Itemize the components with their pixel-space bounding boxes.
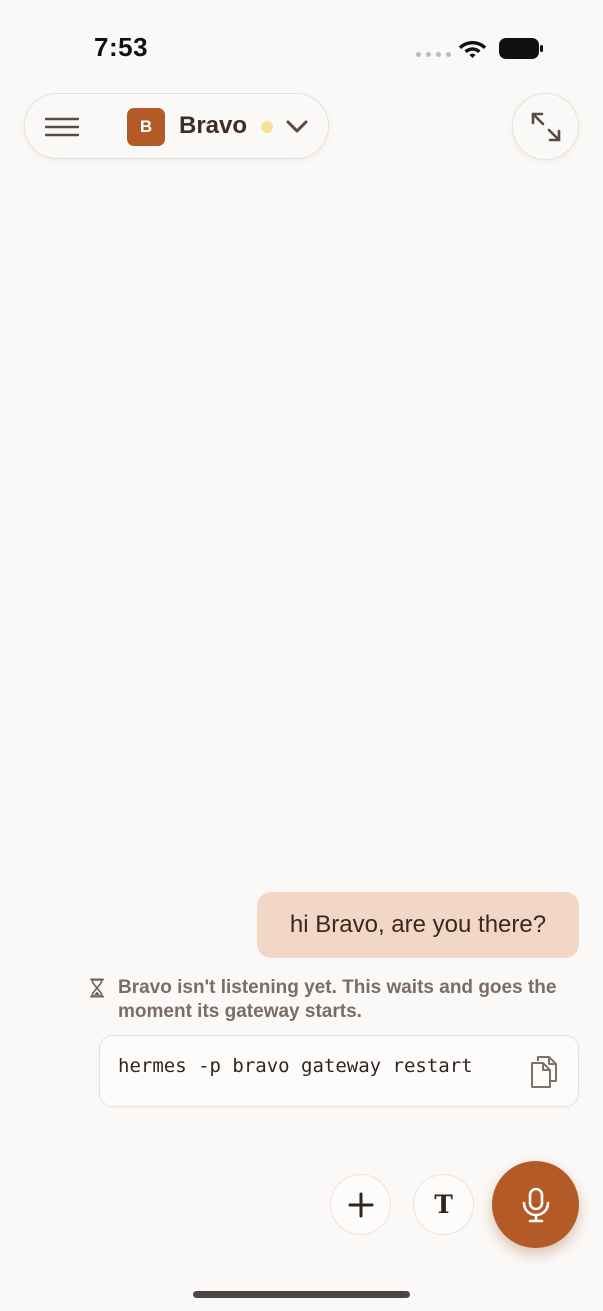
- home-indicator[interactable]: [193, 1291, 410, 1298]
- agent-switcher[interactable]: B Bravo: [24, 93, 329, 159]
- copy-icon: [531, 1056, 557, 1088]
- wifi-icon: [458, 41, 487, 58]
- command-block: hermes -p bravo gateway restart: [99, 1035, 579, 1107]
- command-text: hermes -p bravo gateway restart: [118, 1055, 473, 1077]
- chevron-down-icon[interactable]: [285, 115, 309, 139]
- plus-icon: [348, 1192, 373, 1217]
- agent-avatar: B: [127, 108, 165, 146]
- cellular-signal-icon: [416, 52, 451, 57]
- hourglass-icon: [90, 978, 104, 998]
- battery-icon: [499, 38, 543, 59]
- agent-status-dot: [261, 121, 273, 133]
- expand-arrows-icon: [531, 112, 560, 141]
- copy-button[interactable]: [526, 1053, 562, 1091]
- expand-button[interactable]: [512, 93, 579, 160]
- add-button[interactable]: [330, 1174, 391, 1235]
- text-input-button[interactable]: T: [413, 1174, 474, 1235]
- menu-button[interactable]: [37, 106, 87, 148]
- agent-name: Bravo: [179, 112, 248, 139]
- user-message-bubble: hi Bravo, are you there?: [257, 892, 579, 958]
- mic-button[interactable]: [492, 1161, 579, 1248]
- microphone-icon: [522, 1187, 549, 1222]
- status-bar: 7:53: [0, 0, 603, 90]
- status-time: 7:53: [94, 32, 149, 62]
- hamburger-icon: [45, 117, 79, 137]
- waiting-notice: Bravo isn't listening yet. This waits an…: [118, 977, 557, 1022]
- text-mode-label: T: [434, 1190, 453, 1219]
